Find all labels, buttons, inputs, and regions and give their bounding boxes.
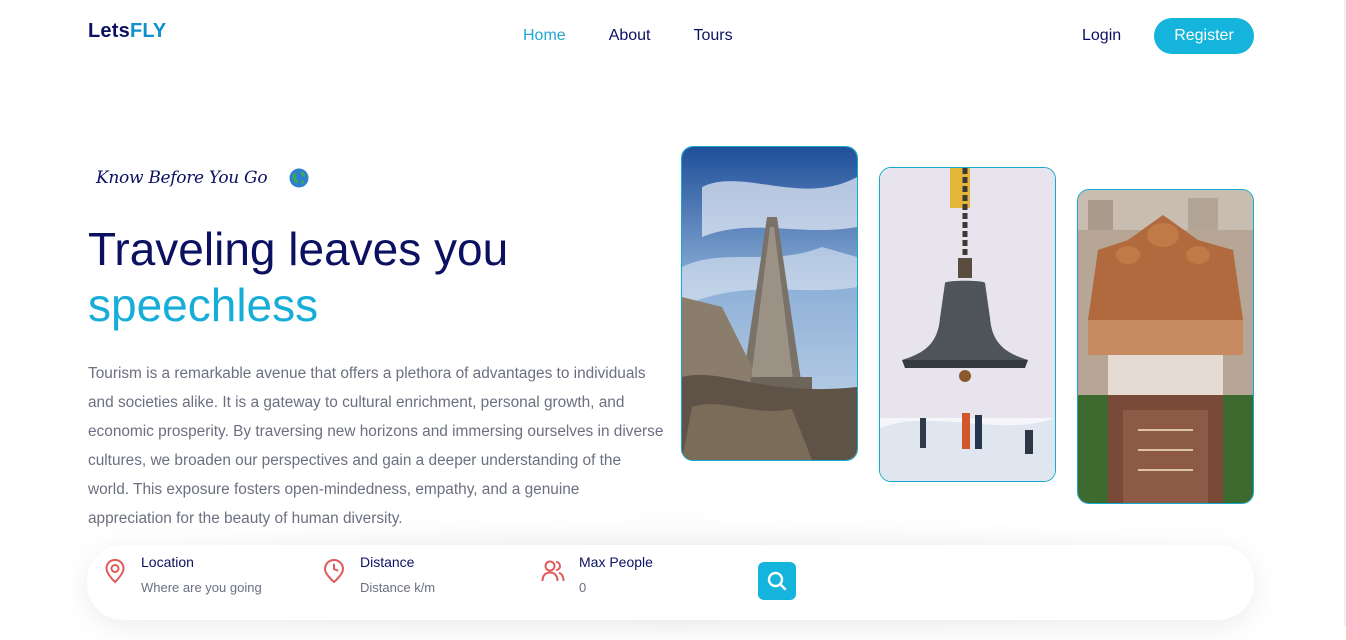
location-label: Location bbox=[141, 554, 194, 570]
brand-part-fly: FLY bbox=[129, 20, 167, 42]
brand-part-lets: Lets bbox=[88, 20, 130, 42]
nav-home-link[interactable]: Home bbox=[523, 27, 566, 45]
location-field[interactable]: Location Where are you going bbox=[103, 552, 262, 595]
location-input[interactable]: Where are you going bbox=[141, 580, 262, 595]
hero-title-line1: Traveling leaves you bbox=[88, 223, 509, 275]
hero-title-line2: speechless bbox=[88, 279, 319, 331]
globe-icon bbox=[289, 168, 309, 188]
clock-pin-icon bbox=[323, 558, 345, 584]
search-icon bbox=[767, 571, 787, 591]
max-people-label: Max People bbox=[579, 554, 653, 570]
max-people-field[interactable]: Max People 0 bbox=[541, 552, 653, 595]
register-button[interactable]: Register bbox=[1154, 18, 1254, 54]
map-pin-icon bbox=[105, 558, 125, 584]
distance-input[interactable]: Distance k/m bbox=[360, 580, 435, 595]
hero-subtitle: Know Before You Go bbox=[96, 168, 309, 188]
max-people-input[interactable]: 0 bbox=[579, 580, 653, 595]
nav-tours-link[interactable]: Tours bbox=[694, 27, 733, 45]
search-button[interactable] bbox=[758, 562, 796, 600]
temple-bell-image bbox=[879, 167, 1056, 482]
login-link[interactable]: Login bbox=[1082, 27, 1121, 45]
brand-logo[interactable]: LetsFLY bbox=[88, 20, 166, 43]
search-bar bbox=[87, 545, 1254, 620]
distance-field[interactable]: Distance Distance k/m bbox=[322, 552, 435, 595]
main-nav: Home About Tours bbox=[523, 27, 776, 45]
temple-gopuram-image bbox=[681, 146, 858, 461]
distance-label: Distance bbox=[360, 554, 415, 570]
users-icon bbox=[541, 560, 565, 582]
nav-about-link[interactable]: About bbox=[609, 27, 651, 45]
hero-description: Tourism is a remarkable avenue that offe… bbox=[88, 365, 664, 527]
hero-subtitle-text: Know Before You Go bbox=[96, 168, 268, 188]
akshardham-temple-image bbox=[1077, 189, 1254, 504]
